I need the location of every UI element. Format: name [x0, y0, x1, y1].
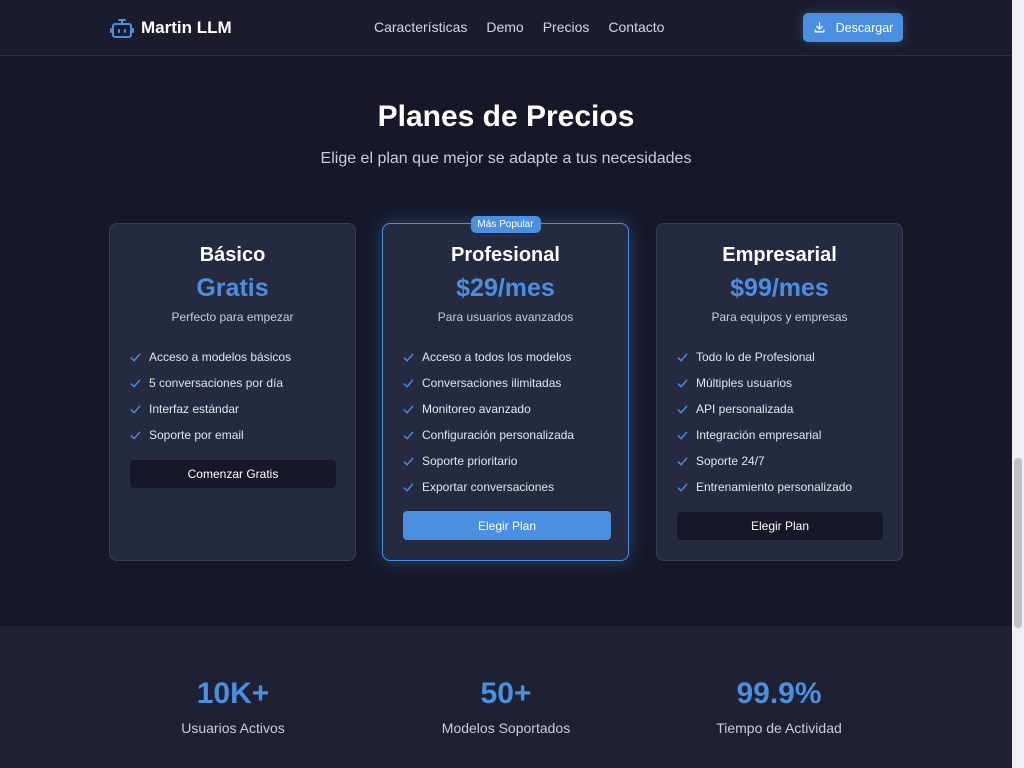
plan-card-basico: Básico Gratis Perfecto para empezar Acce… — [109, 223, 356, 561]
check-icon — [677, 430, 688, 441]
feature-text: Monitoreo avanzado — [422, 402, 531, 416]
check-icon — [403, 430, 414, 441]
feature-text: Todo lo de Profesional — [696, 350, 815, 364]
check-icon — [677, 378, 688, 389]
choose-plan-empresarial-button[interactable]: Elegir Plan — [677, 512, 883, 540]
scrollbar[interactable] — [1012, 0, 1024, 768]
section-title: Planes de Precios — [377, 100, 635, 133]
nav-link-demo[interactable]: Demo — [486, 19, 523, 35]
feature-item: Integración empresarial — [677, 422, 852, 448]
feature-text: 5 conversaciones por día — [149, 376, 284, 390]
brand-name: Martin LLM — [141, 18, 232, 37]
check-icon — [403, 456, 414, 467]
check-icon — [403, 482, 414, 493]
feature-text: Interfaz estándar — [149, 402, 240, 416]
nav-links: Características Demo Precios Contacto — [374, 19, 683, 35]
feature-text: Acceso a modelos básicos — [149, 350, 292, 364]
feature-text: Múltiples usuarios — [696, 376, 793, 390]
feature-item: Múltiples usuarios — [677, 370, 852, 396]
feature-item: Monitoreo avanzado — [403, 396, 574, 422]
feature-item: Acceso a modelos básicos — [130, 344, 291, 370]
nav-link-caracteristicas[interactable]: Características — [374, 19, 467, 35]
feature-text: Conversaciones ilimitadas — [422, 376, 562, 390]
feature-text: Exportar conversaciones — [422, 480, 555, 494]
stat-uptime: 99.9% Tiempo de Actividad — [654, 676, 904, 736]
download-label: Descargar — [835, 20, 894, 35]
navbar: Martin LLM Características Demo Precios … — [0, 0, 1012, 56]
feature-list: Acceso a modelos básicos 5 conversacione… — [130, 344, 291, 448]
check-icon — [403, 352, 414, 363]
feature-text: Soporte prioritario — [422, 454, 518, 468]
feature-text: Configuración personalizada — [422, 428, 575, 442]
check-icon — [403, 378, 414, 389]
feature-item: Conversaciones ilimitadas — [403, 370, 574, 396]
stat-users: 10K+ Usuarios Activos — [108, 676, 358, 736]
plan-description: Para equipos y empresas — [711, 310, 848, 324]
check-icon — [677, 456, 688, 467]
stat-value: 99.9% — [736, 677, 822, 710]
start-free-button[interactable]: Comenzar Gratis — [130, 460, 336, 488]
plan-price: Gratis — [196, 274, 269, 302]
feature-item: Soporte por email — [130, 422, 291, 448]
feature-item: Soporte 24/7 — [677, 448, 852, 474]
section-subtitle: Elige el plan que mejor se adapte a tus … — [320, 150, 692, 167]
stat-models: 50+ Modelos Soportados — [381, 676, 631, 736]
check-icon — [130, 352, 141, 363]
check-icon — [130, 430, 141, 441]
check-icon — [677, 482, 688, 493]
page: Martin LLM Características Demo Precios … — [0, 0, 1024, 768]
stats-section: 10K+ Usuarios Activos 50+ Modelos Soport… — [0, 626, 1012, 768]
plan-card-profesional: Más Popular Profesional $29/mes Para usu… — [382, 216, 629, 561]
plan-name: Profesional — [451, 244, 560, 266]
check-icon — [677, 404, 688, 415]
feature-item: Configuración personalizada — [403, 422, 574, 448]
brand[interactable]: Martin LLM — [110, 14, 232, 42]
plan-description: Perfecto para empezar — [171, 310, 294, 324]
plan-name: Empresarial — [722, 244, 837, 266]
stat-label: Usuarios Activos — [181, 720, 285, 736]
stat-label: Tiempo de Actividad — [716, 720, 842, 736]
stat-value: 10K+ — [196, 677, 270, 710]
feature-item: Entrenamiento personalizado — [677, 474, 852, 500]
nav-link-precios[interactable]: Precios — [543, 19, 590, 35]
feature-item: Todo lo de Profesional — [677, 344, 852, 370]
plan-price: $29/mes — [456, 274, 555, 302]
nav-link-contacto[interactable]: Contacto — [608, 19, 664, 35]
feature-text: Integración empresarial — [696, 428, 822, 442]
check-icon — [130, 378, 141, 389]
feature-item: Exportar conversaciones — [403, 474, 574, 500]
feature-item: Soporte prioritario — [403, 448, 574, 474]
feature-item: API personalizada — [677, 396, 852, 422]
robot-icon — [110, 16, 134, 40]
feature-item: Interfaz estándar — [130, 396, 291, 422]
plan-card-empresarial: Empresarial $99/mes Para equipos y empre… — [656, 223, 903, 561]
plan-description: Para usuarios avanzados — [437, 310, 574, 324]
check-icon — [677, 352, 688, 363]
feature-text: Soporte por email — [149, 428, 244, 442]
plan-name: Básico — [199, 244, 266, 266]
stat-label: Modelos Soportados — [441, 720, 571, 736]
feature-text: Soporte 24/7 — [696, 454, 765, 468]
stat-value: 50+ — [480, 677, 532, 710]
scrollbar-thumb[interactable] — [1014, 458, 1022, 628]
feature-list: Todo lo de Profesional Múltiples usuario… — [677, 344, 852, 500]
download-icon — [813, 21, 826, 34]
choose-plan-profesional-button[interactable]: Elegir Plan — [403, 511, 611, 540]
check-icon — [403, 404, 414, 415]
feature-list: Acceso a todos los modelos Conversacione… — [403, 344, 574, 500]
feature-text: Entrenamiento personalizado — [696, 480, 853, 494]
plan-price: $99/mes — [730, 274, 829, 302]
check-icon — [130, 404, 141, 415]
feature-item: Acceso a todos los modelos — [403, 344, 574, 370]
feature-text: Acceso a todos los modelos — [422, 350, 572, 364]
feature-text: API personalizada — [696, 402, 794, 416]
feature-item: 5 conversaciones por día — [130, 370, 291, 396]
download-button[interactable]: Descargar — [803, 13, 903, 42]
popular-badge: Más Popular — [470, 216, 541, 233]
